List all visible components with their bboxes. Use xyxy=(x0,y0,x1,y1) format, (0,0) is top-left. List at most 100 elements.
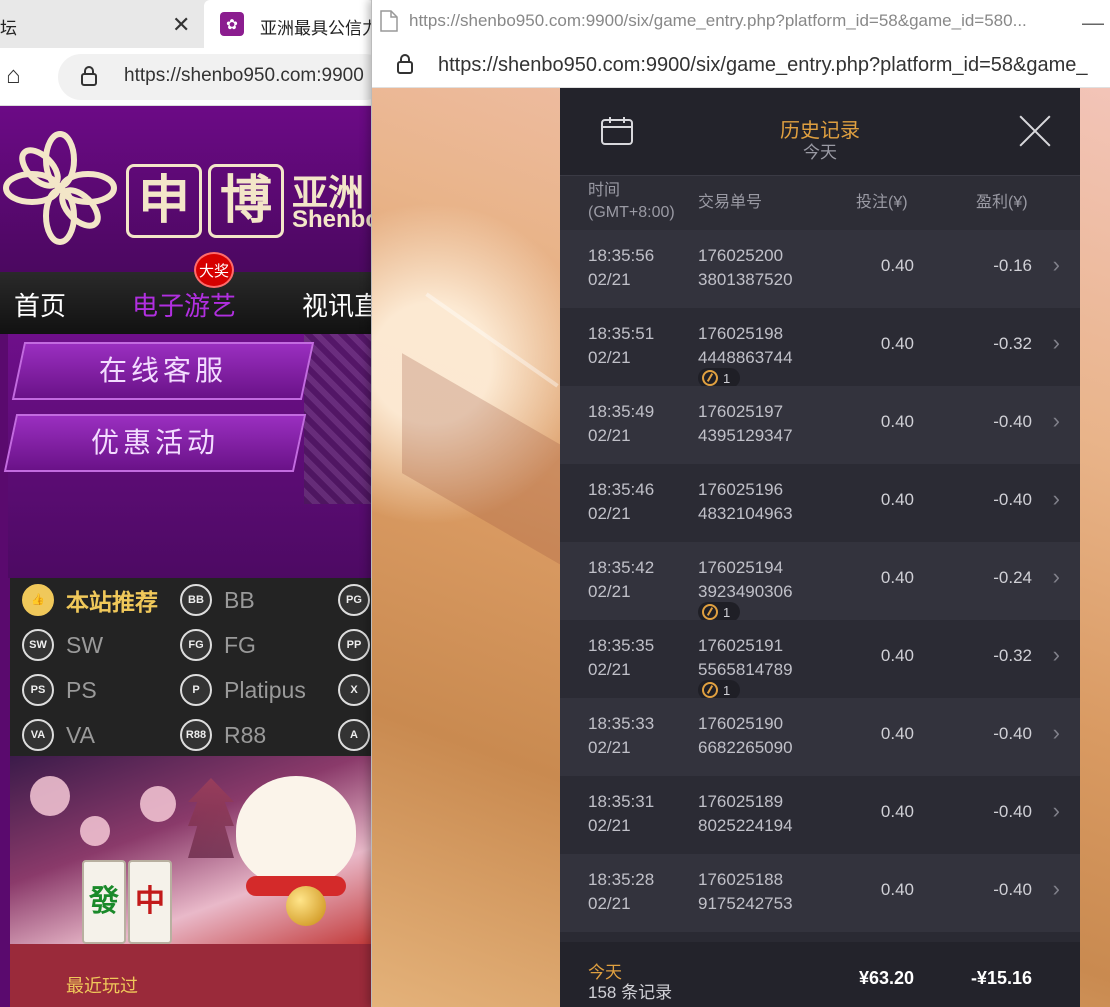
row-date-value: 02/21 xyxy=(588,660,631,679)
history-header: 历史记录 今天 xyxy=(560,88,1080,176)
tab-inactive-label: 坛 xyxy=(0,19,17,38)
history-row[interactable]: 18:35:35 02/21 176025191 5565814789 0.40 -0.3… xyxy=(560,620,1080,700)
nav-home[interactable]: 首页 xyxy=(14,286,66,323)
tab-inactive[interactable]: 坛 ✕ xyxy=(0,0,200,48)
nav-live-video[interactable]: 视讯直 xyxy=(302,286,371,323)
page-icon xyxy=(380,10,398,32)
provider-va[interactable]: VA VA xyxy=(22,715,95,755)
row-order-line2: 3801387520 xyxy=(698,270,793,289)
row-profit: -0.40 xyxy=(993,490,1032,509)
provider-r88[interactable]: R88 R88 xyxy=(180,715,266,755)
address-bar: ⌂ https://shenbo950.com:9900 xyxy=(0,48,371,106)
popup-address-bar[interactable]: https://shenbo950.com:9900/six/game_entr… xyxy=(372,42,1110,88)
mahjong-tile: 發 xyxy=(82,860,126,944)
row-time-value: 18:35:31 xyxy=(588,792,655,811)
pp-logo-icon: PP xyxy=(338,629,370,661)
game-banner-lucky-cat[interactable]: 發 中 xyxy=(10,756,371,944)
provider-label: FG xyxy=(224,631,256,658)
row-bet: 0.40 xyxy=(880,412,914,431)
history-row[interactable]: 18:35:31 02/21 176025189 8025224194 0.40 -0.4… xyxy=(560,776,1080,854)
provider-label: Platipus xyxy=(224,676,306,703)
online-support-button[interactable]: 在线客服 xyxy=(11,342,315,400)
history-row[interactable]: 18:35:49 02/21 176025197 4395129347 0.40 -0.4… xyxy=(560,386,1080,464)
row-order: 176025191 5565814789 xyxy=(698,634,793,682)
close-icon[interactable]: ✕ xyxy=(172,12,190,38)
row-time: 18:35:46 02/21 xyxy=(588,478,654,526)
chevron-right-icon: › xyxy=(1052,642,1060,667)
logo-en-text: Shenbo xyxy=(292,206,371,233)
row-bet: 0.40 xyxy=(880,724,914,743)
free-spin-count: 1 xyxy=(723,370,731,386)
row-date-value: 02/21 xyxy=(588,504,631,523)
provider-fg[interactable]: FG FG xyxy=(180,625,256,665)
provider-ps[interactable]: PS PS xyxy=(22,670,97,710)
row-order-line2: 6682265090 xyxy=(698,738,793,757)
chevron-right-icon: › xyxy=(1052,876,1060,901)
row-profit: -0.24 xyxy=(993,568,1032,587)
history-row[interactable]: 18:35:33 02/21 176025190 6682265090 0.40 -0.4… xyxy=(560,698,1080,776)
mahjong-pattern-decoration xyxy=(304,334,371,504)
history-row[interactable]: 18:35:56 02/21 176025200 3801387520 0.40 -0.1… xyxy=(560,230,1080,308)
row-order: 176025198 4448863744 xyxy=(698,322,793,370)
row-order-line1: 176025189 xyxy=(698,792,784,811)
history-row[interactable]: 18:35:46 02/21 176025196 4832104963 0.40 -0.4… xyxy=(560,464,1080,542)
row-date-value: 02/21 xyxy=(588,582,631,601)
provider-sw[interactable]: SW SW xyxy=(22,625,103,665)
promotions-button[interactable]: 优惠活动 xyxy=(3,414,307,472)
popup-url: https://shenbo950.com:9900/six/game_entr… xyxy=(438,54,1088,76)
provider-x[interactable]: X xyxy=(338,670,371,710)
blossom-decoration xyxy=(140,786,176,822)
url-text: https://shenbo950.com:9900 xyxy=(124,65,364,86)
total-profit: -¥15.16 xyxy=(970,968,1032,988)
provider-grid: 👍 本站推荐 BB BB PG SW SW FG FG PP PS PS P Platipu… xyxy=(10,578,371,756)
popup-title: https://shenbo950.com:9900/six/game_entr… xyxy=(409,11,1027,30)
lucky-cat-image xyxy=(236,776,356,886)
history-row[interactable]: 18:35:51 02/21 176025198 4448863744 0.40 -0.3… xyxy=(560,308,1080,388)
row-date-value: 02/21 xyxy=(588,738,631,757)
r88-logo-icon: R88 xyxy=(180,719,212,751)
col-time-label: 时间 xyxy=(588,182,621,199)
row-profit: -0.40 xyxy=(993,412,1032,431)
provider-label: PS xyxy=(66,676,97,703)
url-field[interactable]: https://shenbo950.com:9900 xyxy=(58,54,371,100)
row-profit: -0.40 xyxy=(993,802,1032,821)
mahjong-tile: 中 xyxy=(128,860,172,944)
minimize-icon[interactable]: — xyxy=(1082,10,1104,36)
col-profit: 盈利(¥) xyxy=(976,194,1028,211)
nav-electronic-games[interactable]: 电子游艺 xyxy=(132,286,236,323)
provider-recommended[interactable]: 👍 本站推荐 xyxy=(22,580,158,620)
jackpot-badge: 大奖 xyxy=(194,252,234,288)
col-bet: 投注(¥) xyxy=(856,194,908,211)
x-logo-icon: X xyxy=(338,674,370,706)
row-bet: 0.40 xyxy=(880,490,914,509)
history-row[interactable]: 18:35:42 02/21 176025194 3923490306 0.40 -0.2… xyxy=(560,542,1080,622)
row-order-line2: 9175242753 xyxy=(698,894,793,913)
recently-played-bar[interactable]: 最近玩过 xyxy=(10,944,371,1007)
row-order-line1: 176025191 xyxy=(698,636,784,655)
provider-bb[interactable]: BB BB xyxy=(180,580,255,620)
provider-a[interactable]: A xyxy=(338,715,371,755)
row-date-value: 02/21 xyxy=(588,426,631,445)
row-time-value: 18:35:28 xyxy=(588,870,655,889)
tab-active[interactable]: ✿ 亚洲最具公信力 xyxy=(204,0,371,48)
row-time-value: 18:35:35 xyxy=(588,636,655,655)
row-profit: -0.32 xyxy=(993,334,1032,353)
provider-platipus[interactable]: P Platipus xyxy=(180,670,306,710)
row-order: 176025197 4395129347 xyxy=(698,400,793,448)
provider-pg[interactable]: PG xyxy=(338,580,371,620)
lock-icon xyxy=(81,66,97,86)
home-icon[interactable]: ⌂ xyxy=(6,62,21,90)
close-icon[interactable] xyxy=(1018,114,1052,148)
row-time: 18:35:42 02/21 xyxy=(588,556,654,604)
history-row[interactable]: 18:35:28 02/21 176025188 9175242753 0.40 -0.4… xyxy=(560,854,1080,932)
row-date-value: 02/21 xyxy=(588,816,631,835)
provider-pp[interactable]: PP xyxy=(338,625,371,665)
row-time-value: 18:35:46 xyxy=(588,480,655,499)
row-profit: -0.16 xyxy=(993,256,1032,275)
thumbs-up-icon: 👍 xyxy=(22,584,54,616)
row-time: 18:35:31 02/21 xyxy=(588,790,654,838)
promotions-label: 优惠活动 xyxy=(90,427,219,458)
row-order-line2: 3923490306 xyxy=(698,582,793,601)
column-headers: 时间 (GMT+8:00) 交易单号 投注(¥) 盈利(¥) xyxy=(560,176,1080,230)
free-spin-badge: 1 xyxy=(698,680,741,700)
